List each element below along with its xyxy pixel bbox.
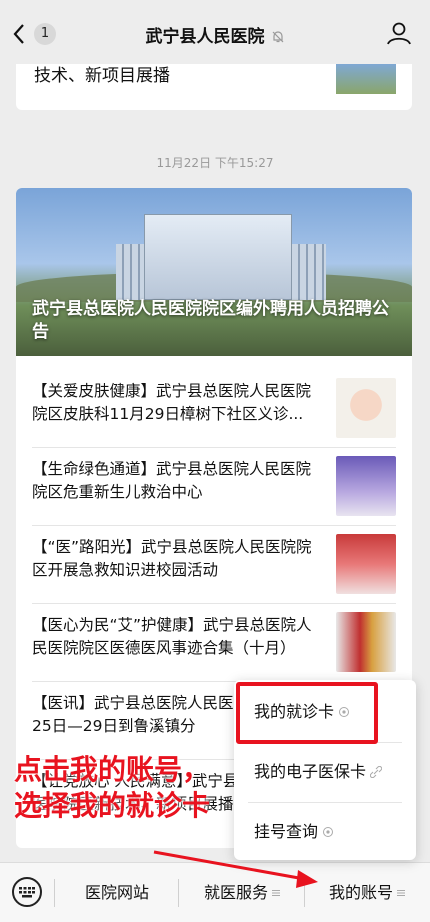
message-timestamp: 11月22日 下午15:27 <box>156 156 274 170</box>
mute-bell-icon <box>272 31 283 43</box>
page-title-text: 武宁县人民医院 <box>145 27 265 47</box>
keyboard-icon <box>19 887 35 898</box>
list-item[interactable]: 【“医”路阳光】武宁县总医院人民医院院区开展急救知识进校园活动 <box>16 524 412 604</box>
list-item-thumbnail <box>336 378 396 438</box>
tab-label: 我的账号 <box>328 883 393 902</box>
list-item[interactable]: 【生命绿色通道】武宁县总医院人民医院院区危重新生儿救治中心 <box>16 446 412 526</box>
list-item-thumbnail <box>336 456 396 516</box>
instruction-annotation: 点击我的账号， 选择我的就诊卡 <box>14 752 210 824</box>
mini-program-icon <box>323 827 334 837</box>
highlight-box <box>236 682 378 744</box>
list-item-thumbnail <box>336 534 396 594</box>
tab-label: 医院网站 <box>84 883 149 902</box>
hero-article[interactable]: 武宁县总医院人民医院院区编外聘用人员招聘公告 <box>16 188 412 356</box>
divider <box>54 879 55 907</box>
list-item-title: 【医心为民“艾”护健康】武宁县总医院人民医院院区医德医风事迹合集（十月） <box>32 616 312 657</box>
list-item[interactable]: 【医心为民“艾”护健康】武宁县总医院人民医院院区医德医风事迹合集（十月） <box>16 602 412 682</box>
list-item-title: 【关爱皮肤健康】武宁县总医院人民医院院区皮肤科11月29日樟树下社区义诊... <box>32 382 312 423</box>
page-title: 武宁县人民医院 <box>0 22 430 47</box>
keyboard-toggle-button[interactable] <box>12 877 42 907</box>
chat-header: 1 武宁县人民医院 <box>0 0 430 64</box>
annotation-line-2: 选择我的就诊卡 <box>14 789 211 822</box>
hero-image-building <box>144 214 292 300</box>
link-icon <box>370 766 383 778</box>
hero-caption: 武宁县总医院人民医院院区编外聘用人员招聘公告 <box>32 299 389 342</box>
list-item-title: 【生命绿色通道】武宁县总医院人民医院院区危重新生儿救治中心 <box>32 460 312 501</box>
menu-item-e-insurance-card[interactable]: 我的电子医保卡 <box>234 742 416 802</box>
annotation-line-1: 点击我的账号， <box>14 753 211 786</box>
list-item-title: 【“医”路阳光】武宁县总医院人民医院院区开展急救知识进校园活动 <box>32 538 312 579</box>
list-item-thumbnail <box>336 612 396 672</box>
menu-lines-icon <box>397 890 405 896</box>
article-card-previous[interactable]: 技术、新项目展播 <box>16 58 412 110</box>
arrow-icon <box>153 850 318 888</box>
menu-item-label: 我的电子医保卡 <box>254 762 367 781</box>
article-title: 技术、新项目展播 <box>34 66 170 86</box>
menu-item-label: 挂号查询 <box>254 822 319 841</box>
profile-icon[interactable] <box>386 20 412 46</box>
article-thumbnail <box>336 64 396 94</box>
list-item[interactable]: 【关爱皮肤健康】武宁县总医院人民医院院区皮肤科11月29日樟树下社区义诊... <box>16 368 412 448</box>
